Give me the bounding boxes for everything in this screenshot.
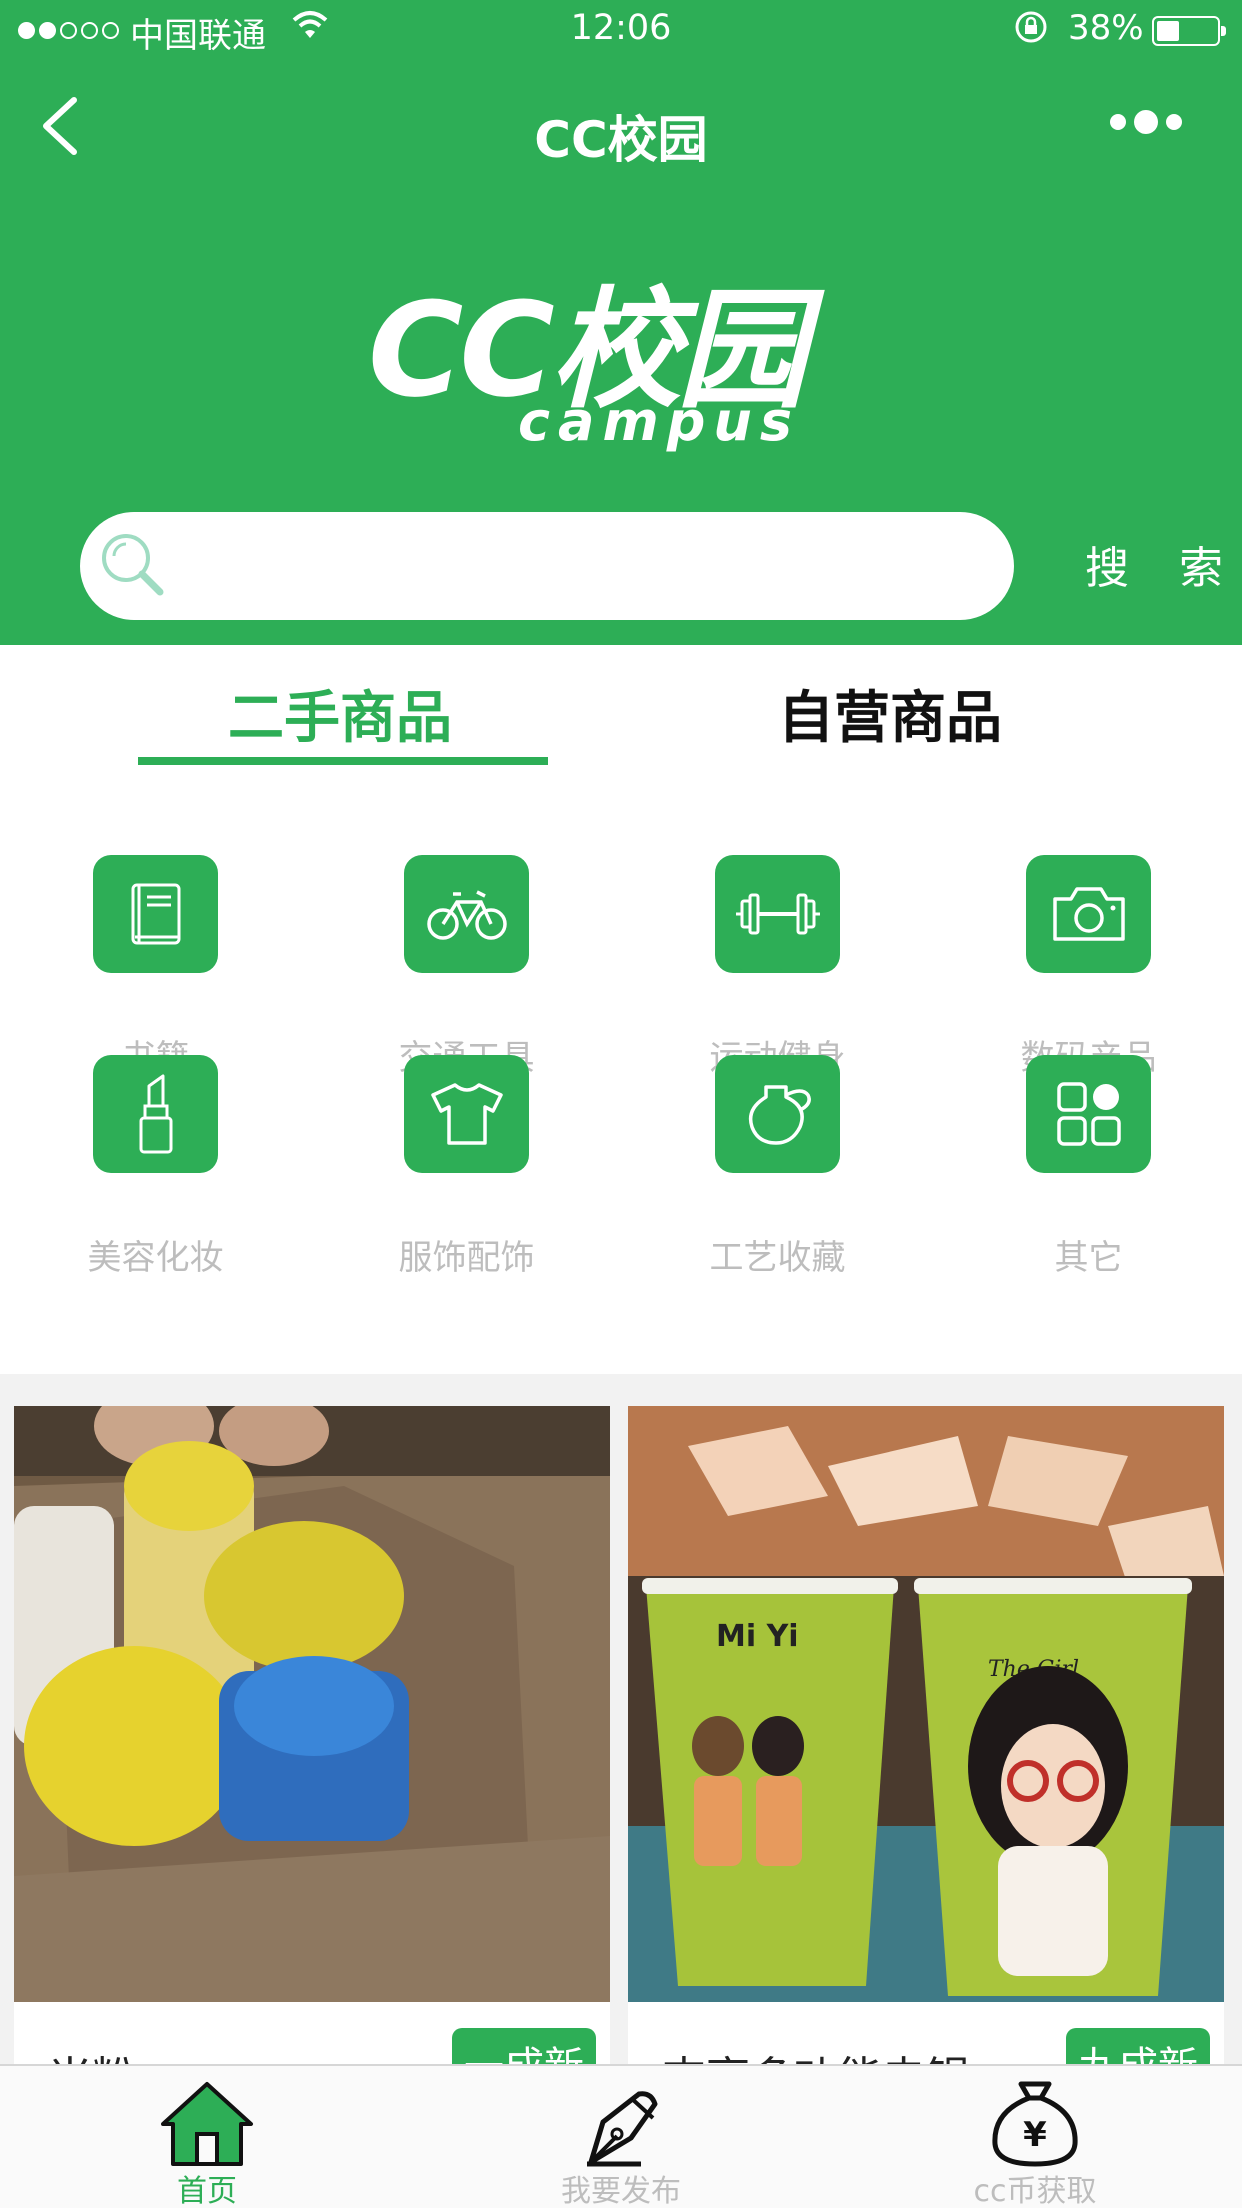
tab-second-hand[interactable]: 二手商品	[120, 673, 560, 754]
navigation-bar: CC校园	[0, 70, 1242, 180]
category-tile	[404, 855, 529, 973]
category-crafts[interactable]: 工艺收藏	[622, 980, 933, 1278]
tab-bar-publish[interactable]: 我要发布	[414, 2066, 828, 2208]
search-icon	[102, 534, 164, 596]
category-tile	[1026, 855, 1151, 973]
product-card[interactable]: 米粉 一成新	[14, 1406, 610, 2086]
bicycle-icon	[426, 890, 507, 940]
book-icon	[131, 883, 180, 945]
product-tabs: 二手商品 自营商品	[0, 645, 1242, 775]
category-label: 其它	[1054, 1238, 1123, 1278]
search-button[interactable]: 搜 索	[1085, 532, 1241, 596]
tab-bar-label: cc币获取	[973, 2174, 1097, 2208]
category-other[interactable]: 其它	[933, 980, 1242, 1278]
product-list: 米粉 一成新 Mi Yi The Girl	[0, 1374, 1242, 2086]
svg-text:¥: ¥	[1023, 2115, 1047, 2155]
rotation-lock-icon	[1015, 11, 1047, 43]
page-title: CC校园	[534, 111, 708, 169]
camera-icon	[1052, 887, 1125, 941]
category-tile	[715, 1055, 840, 1173]
product-card[interactable]: Mi Yi The Girl 吉亨多功能电锅 九成新	[628, 1406, 1224, 2086]
category-tile	[1026, 1055, 1151, 1173]
category-clothing[interactable]: 服饰配饰	[311, 980, 622, 1278]
category-grid: 书籍 交通工具 运动健身	[0, 780, 1242, 1375]
svg-text:Mi Yi: Mi Yi	[716, 1619, 799, 1654]
dumbbell-icon	[735, 893, 820, 935]
category-tile	[404, 1055, 529, 1173]
category-label: 工艺收藏	[709, 1238, 846, 1278]
category-tile	[715, 855, 840, 973]
product-image: Mi Yi The Girl	[628, 1406, 1224, 2002]
vase-icon	[748, 1085, 811, 1145]
pen-icon	[587, 2091, 658, 2167]
campus-logo: CC校园 campus	[368, 280, 848, 453]
tab-self-operated[interactable]: 自营商品	[670, 673, 1110, 754]
battery-icon	[1152, 16, 1226, 46]
category-label: 美容化妆	[87, 1238, 224, 1278]
tshirt-icon	[430, 1083, 503, 1145]
tab-bar-coins[interactable]: ¥ cc币获取	[828, 2066, 1242, 2208]
product-image	[14, 1406, 610, 2002]
tab-bar-label: 我要发布	[561, 2174, 681, 2208]
money-bag-icon: ¥	[992, 2081, 1078, 2167]
active-tab-indicator	[138, 757, 548, 765]
grid-icon	[1056, 1082, 1121, 1146]
search-input[interactable]	[190, 532, 980, 600]
status-time: 12:06	[570, 8, 672, 48]
category-tile	[93, 1055, 218, 1173]
tab-bar-home[interactable]: 首页	[0, 2066, 414, 2208]
home-icon	[161, 2082, 253, 2166]
category-label: 服饰配饰	[398, 1238, 535, 1278]
more-options-icon[interactable]	[1110, 110, 1182, 134]
lipstick-icon	[139, 1074, 172, 1154]
search-bar[interactable]	[80, 512, 1014, 620]
category-beauty[interactable]: 美容化妆	[0, 980, 311, 1278]
status-bar: 中国联通 12:06 38%	[0, 0, 1242, 60]
category-tile	[93, 855, 218, 973]
bottom-tab-bar: 首页 我要发布 ¥ cc币获取	[0, 2064, 1242, 2208]
tab-bar-label: 首页	[177, 2174, 237, 2208]
battery-percentage: 38%	[1068, 8, 1144, 48]
logo-subtext: campus	[518, 390, 800, 453]
